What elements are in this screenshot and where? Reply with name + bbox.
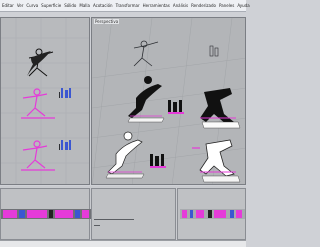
menu-item-8[interactable]: Herramientas bbox=[143, 3, 170, 8]
perspective-canvas bbox=[92, 18, 245, 184]
left-viewport[interactable] bbox=[0, 17, 90, 185]
left-viewport-canvas bbox=[1, 18, 89, 184]
menu-item-9[interactable]: Análisis bbox=[173, 3, 188, 8]
menu-item-12[interactable]: Ayuda bbox=[237, 3, 249, 8]
menu-bar: Editar Ver Curva Superficie Sólido Malla… bbox=[0, 0, 250, 12]
karate-silhouette-black-fill bbox=[27, 51, 51, 76]
menu-item-2[interactable]: Curva bbox=[26, 3, 38, 8]
menu-item-0[interactable]: Editar bbox=[2, 3, 14, 8]
timeline-strip-middle bbox=[94, 219, 134, 226]
perspective-viewport[interactable]: Perspectiva bbox=[91, 17, 246, 185]
timeline-strip-right bbox=[180, 209, 245, 219]
icf-solid-2[interactable] bbox=[150, 154, 166, 168]
timeline-panel-middle[interactable] bbox=[91, 188, 176, 240]
menu-item-11[interactable]: Paneles bbox=[219, 3, 234, 8]
timeline-panel-left[interactable] bbox=[0, 188, 91, 240]
karate-solid-white-3[interactable] bbox=[192, 139, 241, 183]
timeline-strip-left bbox=[1, 209, 91, 219]
karate-silhouette-magenta-2[interactable] bbox=[21, 140, 55, 171]
menu-item-4[interactable]: Sólido bbox=[64, 3, 76, 8]
karate-solid-black-1[interactable] bbox=[127, 76, 165, 123]
timeline-panel-right[interactable] bbox=[177, 188, 246, 240]
icf-solid-1[interactable] bbox=[168, 100, 184, 114]
icf-wire[interactable] bbox=[209, 45, 219, 57]
karate-silhouette-magenta-1[interactable] bbox=[21, 88, 55, 119]
icf-text-dark[interactable] bbox=[59, 92, 60, 150]
karate-solid-white-1[interactable] bbox=[200, 88, 241, 129]
menu-item-3[interactable]: Superficie bbox=[41, 3, 61, 8]
perspective-viewport-title[interactable]: Perspectiva bbox=[94, 19, 120, 24]
menu-item-10[interactable]: Renderizado bbox=[191, 3, 216, 8]
menu-item-7[interactable]: Transformar bbox=[116, 3, 140, 8]
karate-outline-wire[interactable] bbox=[133, 40, 159, 67]
karate-solid-white-2[interactable] bbox=[105, 131, 145, 179]
menu-item-1[interactable]: Ver bbox=[17, 3, 24, 8]
menu-item-6[interactable]: Acotación bbox=[93, 3, 113, 8]
menu-item-5[interactable]: Malla bbox=[79, 3, 90, 8]
